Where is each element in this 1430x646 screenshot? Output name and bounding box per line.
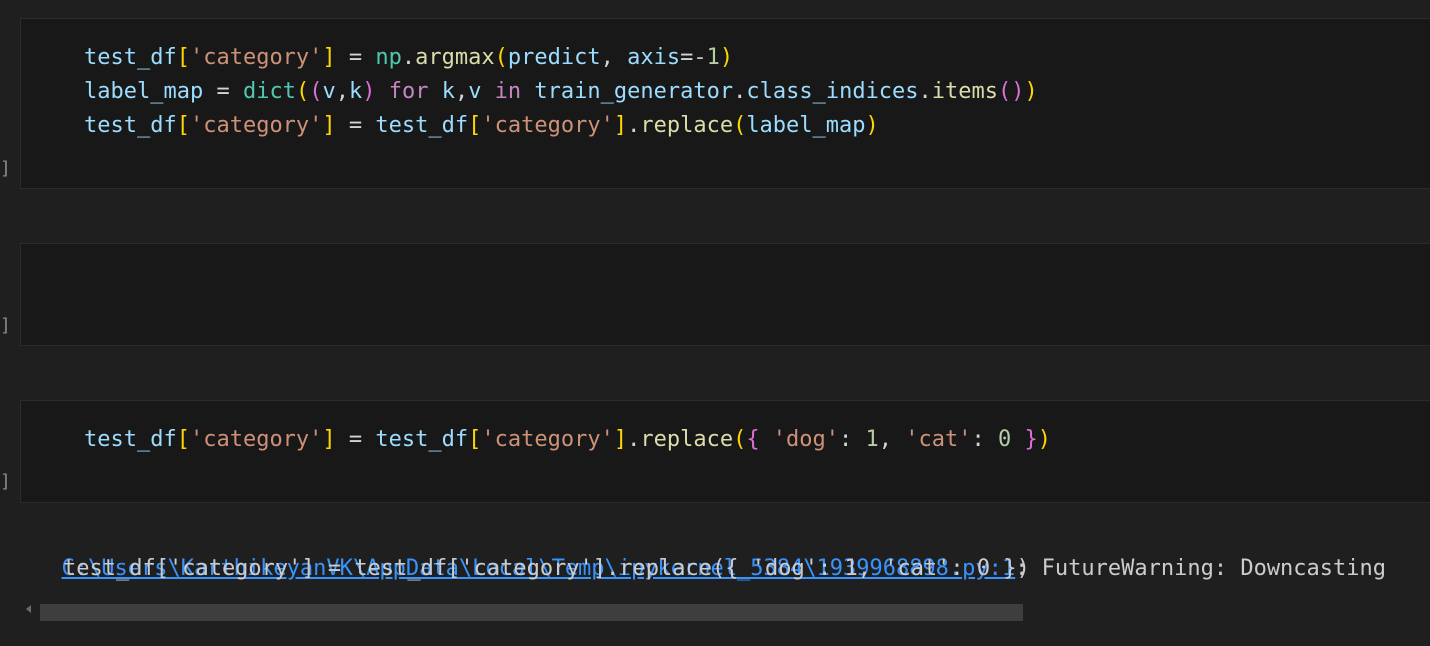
- code-token: 'category': [481, 113, 614, 138]
- code-token: =: [203, 79, 243, 104]
- code-token: 'cat': [905, 427, 972, 452]
- cell-execution-bracket: ]: [0, 158, 11, 179]
- code-cell-2[interactable]: [20, 243, 1430, 346]
- code-line: test_df['category'] = test_df['category'…: [84, 109, 879, 143]
- code-token: np: [375, 45, 402, 70]
- code-token: 'category': [189, 45, 323, 70]
- code-token: ): [362, 79, 376, 104]
- code-token: v: [322, 79, 336, 104]
- cell-execution-bracket: ]: [0, 471, 11, 492]
- code-token: }: [1024, 427, 1038, 452]
- cell-execution-bracket: ]: [0, 315, 11, 336]
- scroll-left-arrow-icon[interactable]: [26, 605, 31, 613]
- code-token: 0: [998, 427, 1012, 452]
- code-line: test_df['category'] = np.argmax(predict,…: [84, 41, 733, 75]
- code-cell-3[interactable]: test_df['category'] = test_df['category'…: [20, 400, 1430, 503]
- code-token: [: [176, 45, 190, 70]
- scrollbar-thumb[interactable]: [40, 604, 1023, 621]
- code-token: dict: [242, 79, 296, 104]
- code-token: test_df: [375, 113, 469, 138]
- code-token: 'dog': [759, 427, 840, 452]
- code-token: replace: [640, 427, 734, 452]
- code-token: ): [719, 45, 734, 70]
- code-token: 'category': [481, 427, 614, 452]
- code-token: ): [865, 113, 879, 138]
- code-token: ,: [600, 45, 628, 70]
- code-token: axis: [627, 45, 681, 70]
- code-token: ): [1037, 427, 1052, 452]
- code-token: -1: [693, 45, 720, 70]
- code-token: =: [335, 427, 376, 452]
- code-token: :: [971, 427, 999, 452]
- code-token: replace: [640, 113, 734, 138]
- code-token: test_df: [375, 427, 469, 452]
- code-token: ,: [335, 79, 349, 104]
- code-token: k: [348, 79, 363, 104]
- code-token: (: [733, 113, 747, 138]
- code-token: (: [998, 79, 1012, 104]
- code-token: ): [1011, 79, 1025, 104]
- code-token: =: [680, 45, 694, 70]
- code-token: .: [918, 79, 932, 104]
- code-token: label_map: [84, 79, 204, 104]
- code-token: v: [468, 79, 482, 104]
- code-token: .: [733, 79, 747, 104]
- code-token: (: [295, 79, 310, 104]
- code-token: test_df: [84, 45, 177, 70]
- code-token: [: [468, 113, 482, 138]
- code-token: =: [335, 45, 376, 70]
- code-token: .: [401, 45, 416, 70]
- code-token: test_df: [84, 427, 177, 452]
- code-token: {: [746, 427, 760, 452]
- code-token: for: [375, 79, 442, 104]
- code-token: :: [839, 427, 866, 452]
- code-token: (: [733, 427, 747, 452]
- code-line: test_df['category'] = test_df['category'…: [84, 423, 1051, 457]
- code-token: 'category': [189, 113, 323, 138]
- code-token: [: [176, 113, 190, 138]
- code-token: [: [176, 427, 190, 452]
- code-token: in: [481, 79, 535, 104]
- code-token: (: [309, 79, 323, 104]
- output-warning-text: : FutureWarning: Downcasting: [1015, 556, 1387, 581]
- code-token: .: [627, 427, 641, 452]
- code-token: ]: [322, 427, 336, 452]
- code-token: predict: [507, 45, 601, 70]
- code-cell-1[interactable]: test_df['category'] = np.argmax(predict,…: [20, 18, 1430, 189]
- code-token: ,: [454, 79, 469, 104]
- code-token: k: [441, 79, 455, 104]
- code-token: 1: [865, 427, 879, 452]
- code-token: ]: [613, 113, 628, 138]
- code-token: ]: [322, 113, 336, 138]
- code-token: items: [931, 79, 999, 104]
- code-token: ): [1024, 79, 1038, 104]
- code-token: ,: [878, 427, 906, 452]
- code-token: 'category': [189, 427, 323, 452]
- code-token: .: [627, 113, 641, 138]
- code-token: class_indices: [746, 79, 919, 104]
- code-token: ]: [322, 45, 336, 70]
- code-token: test_df: [84, 113, 177, 138]
- code-token: (: [494, 45, 508, 70]
- code-token: ]: [613, 427, 628, 452]
- output-source-line: test_df['category'] = test_df['category'…: [63, 556, 1030, 581]
- code-token: label_map: [746, 113, 866, 138]
- code-token: =: [335, 113, 376, 138]
- code-line: label_map = dict((v,k) for k,v in train_…: [84, 75, 1038, 109]
- code-token: train_generator: [534, 79, 734, 104]
- horizontal-scrollbar[interactable]: [20, 602, 1030, 622]
- code-token: argmax: [415, 45, 495, 70]
- code-token: [: [468, 427, 482, 452]
